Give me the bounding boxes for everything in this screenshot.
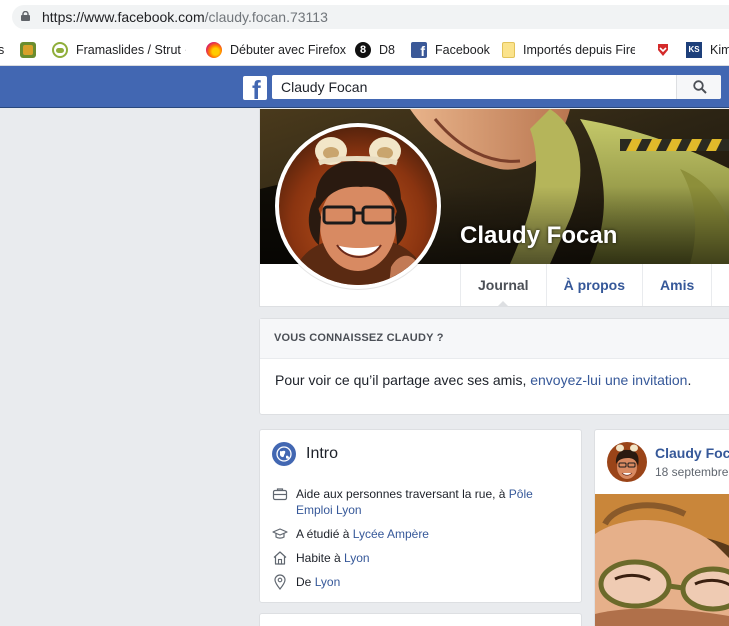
intro-item-link[interactable]: Lyon bbox=[315, 575, 341, 589]
folder-icon bbox=[502, 42, 515, 58]
bookmark-imported-folder[interactable]: Importés depuis Firef bbox=[502, 41, 635, 59]
tab-about[interactable]: À propos bbox=[547, 264, 644, 306]
bookmark-d8[interactable]: 8 D8 bbox=[355, 41, 395, 59]
tab-journal[interactable]: Journal bbox=[461, 264, 547, 307]
bookmark-label: Débuter avec Firefox bbox=[230, 43, 347, 57]
briefcase-icon bbox=[272, 488, 288, 501]
know-box-text: Pour voir ce qu’il partage avec ses amis… bbox=[260, 359, 729, 388]
know-box-message: Pour voir ce qu’il partage avec ses amis… bbox=[275, 372, 531, 388]
tab-friends[interactable]: Amis bbox=[643, 264, 713, 306]
bookmark-item[interactable]: s bbox=[0, 41, 4, 59]
bookmark-ks[interactable]: KS Kim bbox=[686, 41, 729, 59]
intro-title: Intro bbox=[306, 445, 339, 462]
facebook-logo-icon[interactable]: f bbox=[243, 76, 267, 100]
globe-icon bbox=[272, 442, 296, 466]
bookmark-label: Facebook bbox=[435, 43, 490, 57]
search-button[interactable] bbox=[676, 75, 721, 99]
bookmark-label: Importés depuis Firef bbox=[523, 43, 635, 57]
url-host: https://www.facebook.com bbox=[42, 9, 205, 25]
location-pin-icon bbox=[274, 574, 286, 590]
know-box-title: VOUS CONNAISSEZ CLAUDY ? bbox=[260, 319, 729, 359]
ks-icon: KS bbox=[686, 42, 702, 58]
next-card bbox=[259, 613, 582, 626]
profile-tabs: Journal À propos Amis bbox=[460, 264, 713, 307]
intro-item-education: A étudié à Lycée Ampère bbox=[272, 526, 572, 542]
intro-item-text: Aide aux personnes traversant la rue, à bbox=[296, 487, 509, 501]
pocket-icon bbox=[658, 44, 668, 56]
d8-icon: 8 bbox=[355, 42, 371, 58]
bookmark-framaslides[interactable]: Framaslides / Strut · bbox=[52, 41, 186, 59]
bookmark-pocket[interactable] bbox=[655, 41, 679, 59]
post-image[interactable] bbox=[595, 494, 729, 626]
profile-name[interactable]: Claudy Focan bbox=[460, 222, 617, 250]
intro-item-link[interactable]: Lyon bbox=[344, 551, 370, 565]
intro-item-from: De Lyon bbox=[272, 574, 572, 590]
post-author-avatar[interactable] bbox=[607, 442, 647, 482]
intro-item-link[interactable]: Lycée Ampère bbox=[353, 527, 429, 541]
graduation-cap-icon bbox=[272, 528, 288, 539]
intro-item-text: De bbox=[296, 575, 315, 589]
intro-item-text: Habite à bbox=[296, 551, 345, 565]
browser-url-bar: https://www.facebook.com/claudy.focan.73… bbox=[0, 0, 729, 33]
know-claudy-box: VOUS CONNAISSEZ CLAUDY ? Pour voir ce qu… bbox=[259, 318, 729, 415]
bookmark-label: s bbox=[0, 43, 4, 57]
framaslides-icon bbox=[52, 42, 68, 58]
facebook-logo-letter: f bbox=[252, 76, 261, 100]
send-invitation-link[interactable]: envoyez-lui une invitation bbox=[530, 372, 687, 388]
bookmarks-bar: s Framaslides / Strut · Débuter avec Fir… bbox=[0, 33, 729, 66]
post-card: Claudy Focan 18 septembre bbox=[594, 429, 729, 626]
firefox-icon bbox=[206, 42, 222, 58]
url-path: /claudy.focan.73113 bbox=[204, 9, 328, 25]
facebook-icon: f bbox=[411, 42, 427, 58]
search-box bbox=[272, 75, 721, 99]
home-icon bbox=[273, 551, 287, 565]
profile-photo bbox=[279, 127, 437, 285]
bookmark-label: D8 bbox=[379, 43, 395, 57]
bookmark-firefox[interactable]: Débuter avec Firefox bbox=[206, 41, 346, 59]
intro-header: Intro bbox=[272, 442, 338, 466]
bookmark-label: Framaslides / Strut · bbox=[76, 43, 186, 57]
facebook-top-bar: f bbox=[0, 66, 729, 108]
intro-item-lives: Habite à Lyon bbox=[272, 550, 572, 566]
search-icon bbox=[693, 80, 707, 94]
framagames-icon bbox=[20, 42, 36, 58]
lock-icon bbox=[21, 11, 30, 21]
post-author-name[interactable]: Claudy Focan bbox=[655, 445, 729, 461]
search-input[interactable] bbox=[272, 75, 674, 99]
intro-card: Intro Aide aux personnes traversant la r… bbox=[259, 429, 582, 603]
bookmark-label: Kim bbox=[710, 43, 729, 57]
url-text[interactable]: https://www.facebook.com/claudy.focan.73… bbox=[42, 9, 328, 25]
post-date[interactable]: 18 septembre bbox=[655, 465, 728, 479]
profile-picture[interactable] bbox=[275, 123, 441, 289]
bookmark-facebook[interactable]: f Facebook bbox=[411, 41, 490, 59]
know-box-suffix: . bbox=[687, 372, 692, 388]
intro-item-text: A étudié à bbox=[296, 527, 353, 541]
bookmark-framagames[interactable] bbox=[20, 41, 44, 59]
intro-item-work: Aide aux personnes traversant la rue, à … bbox=[272, 486, 572, 518]
